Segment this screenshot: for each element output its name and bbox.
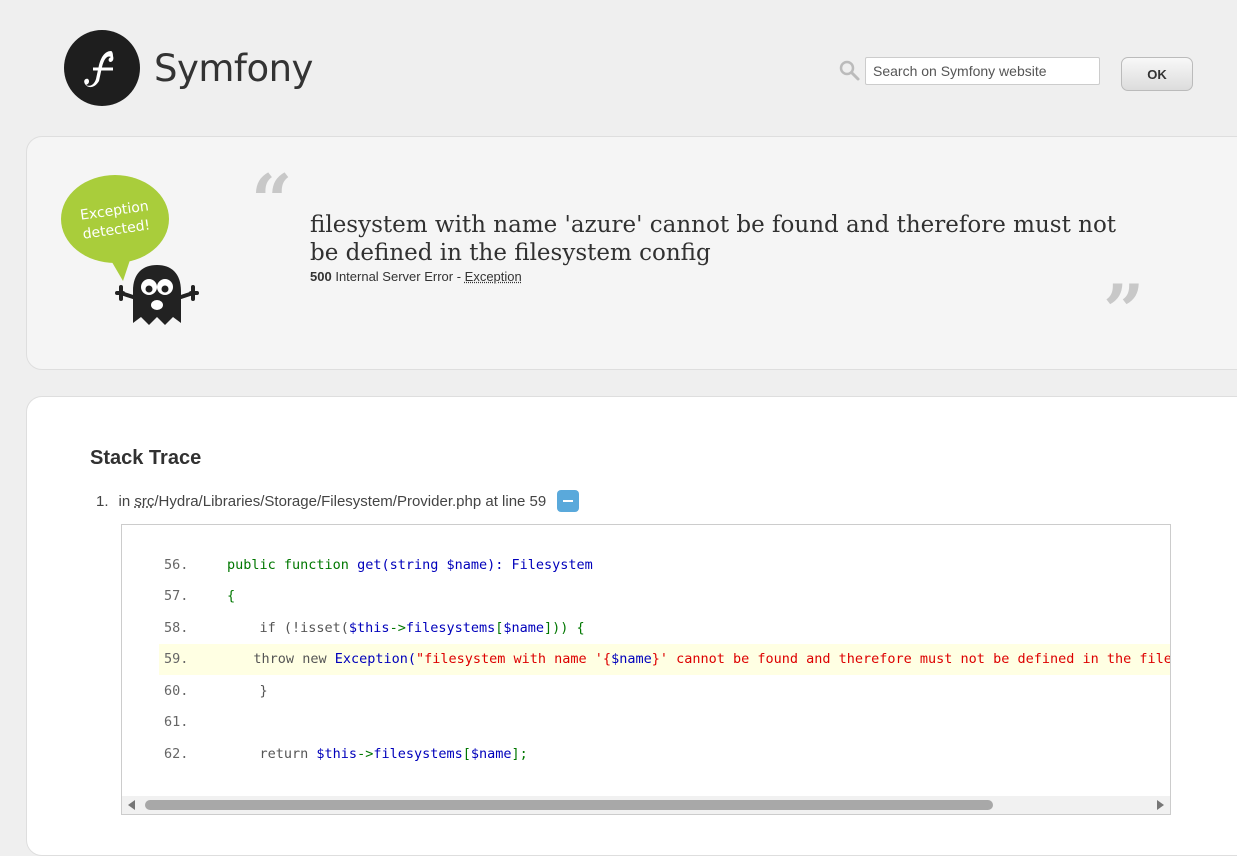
search-input[interactable] — [865, 57, 1100, 85]
search-icon — [838, 59, 862, 83]
code-text: ]; — [512, 746, 528, 762]
status-text: Internal Server Error - — [335, 269, 461, 284]
code-line-highlighted: 59. throw new Exception("filesystem with… — [159, 644, 1170, 676]
line-number: 57. — [159, 588, 227, 604]
line-number: 61. — [159, 714, 227, 730]
code-excerpt[interactable]: 56. public function get(string $name): F… — [121, 524, 1171, 815]
search-ok-button[interactable]: OK — [1121, 57, 1193, 91]
exception-status: 500 Internal Server Error - Exception — [310, 269, 522, 284]
scrollbar-thumb[interactable] — [145, 800, 993, 810]
exception-message: filesystem with name 'azure' cannot be f… — [310, 211, 1130, 267]
scroll-left-arrow-icon[interactable] — [128, 800, 135, 810]
exception-panel: Exception detected! “ filesystem with na… — [26, 136, 1237, 370]
code-string: "filesystem with name '{ — [416, 651, 611, 667]
collapse-toggle-button[interactable] — [557, 490, 579, 512]
exception-class[interactable]: Exception — [465, 269, 522, 284]
code-text: } — [260, 683, 268, 699]
code-var: $name — [611, 651, 652, 667]
trace-item: 1. in src/Hydra/Libraries/Storage/Filesy… — [96, 490, 579, 512]
exception-mascot-icon: Exception detected! — [61, 173, 211, 333]
code-function: Exception( — [335, 651, 416, 667]
trace-item-in: in — [119, 493, 131, 510]
line-number: 58. — [159, 620, 227, 636]
line-number: 56. — [159, 557, 227, 573]
code-var: $this — [349, 620, 390, 636]
code-line: 62. return $this->filesystems[$name]; — [159, 738, 1170, 770]
code-function: get(string $name): Filesystem — [357, 557, 593, 573]
code-text: -> — [357, 746, 373, 762]
code-line: 56. public function get(string $name): F… — [159, 549, 1170, 581]
code-keyword: public function — [227, 557, 349, 573]
code-line: 57. { — [159, 581, 1170, 613]
line-number: 60. — [159, 683, 227, 699]
code-string: }' cannot be found and therefore must no… — [652, 651, 1171, 667]
trace-item-path: /Hydra/Libraries/Storage/Filesystem/Prov… — [154, 493, 546, 510]
code-text: throw new — [253, 651, 334, 667]
horizontal-scrollbar[interactable] — [122, 796, 1170, 814]
stack-trace-title: Stack Trace — [90, 447, 201, 470]
search-bar — [838, 57, 1100, 85]
quote-close-icon: ” — [1103, 275, 1144, 347]
trace-item-number: 1. — [96, 493, 109, 510]
status-code: 500 — [310, 269, 332, 284]
line-number: 62. — [159, 746, 227, 762]
code-line: 58. if (!isset($this->filesystems[$name]… — [159, 612, 1170, 644]
code-line: 60. } — [159, 675, 1170, 707]
scroll-right-arrow-icon[interactable] — [1157, 800, 1164, 810]
code-text: ])) { — [544, 620, 585, 636]
quote-open-icon: “ — [251, 165, 292, 237]
code-text: filesystems — [406, 620, 495, 636]
code-text: return — [260, 746, 317, 762]
code-var: $this — [316, 746, 357, 762]
code-var: $name — [503, 620, 544, 636]
logo-text: Symfony — [154, 47, 313, 90]
code-text: { — [227, 588, 235, 604]
minus-icon — [563, 500, 573, 502]
code-line: 61. — [159, 707, 1170, 739]
code-var: $name — [471, 746, 512, 762]
stack-trace-panel: Stack Trace 1. in src/Hydra/Libraries/St… — [26, 396, 1237, 856]
line-number: 59. — [159, 651, 188, 667]
trace-item-src-abbr[interactable]: src — [134, 493, 154, 510]
symfony-logo[interactable]: Symfony — [64, 30, 313, 106]
code-text: [ — [463, 746, 471, 762]
code-text: -> — [390, 620, 406, 636]
code-text: if (!isset( — [260, 620, 349, 636]
symfony-logo-icon — [64, 30, 140, 106]
code-text: filesystems — [373, 746, 462, 762]
